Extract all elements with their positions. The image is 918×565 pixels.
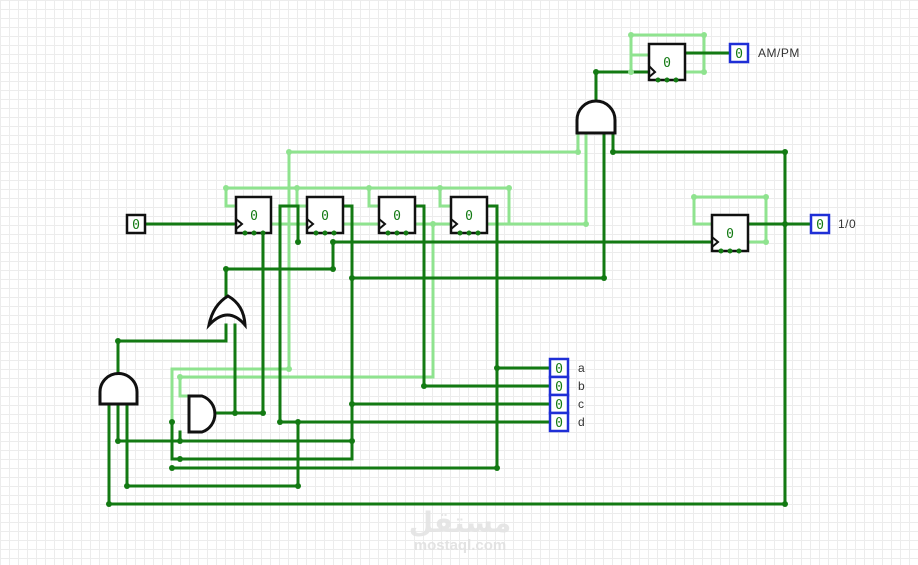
output-b: 0 b xyxy=(548,375,585,397)
output-onoff-label: 1/0 xyxy=(838,217,856,231)
output-a-label: a xyxy=(578,361,585,375)
ff-onoff[interactable]: 0 xyxy=(710,213,750,253)
ff-counter-3-value: 0 xyxy=(393,209,401,224)
output-d: 0 d xyxy=(548,411,585,433)
ff-counter-3[interactable]: 0 xyxy=(377,195,417,235)
ff-ampm[interactable]: 0 xyxy=(647,42,687,82)
output-ampm: 0 AM/PM xyxy=(728,42,800,64)
output-a: 0 a xyxy=(548,357,585,379)
ff-counter-4[interactable]: 0 xyxy=(449,195,489,235)
and-gate-inner[interactable] xyxy=(187,394,217,434)
output-b-label: b xyxy=(578,379,585,393)
ff-counter-2-value: 0 xyxy=(321,209,329,224)
and-gate-ampm[interactable] xyxy=(575,99,617,135)
clock-input[interactable]: 0 xyxy=(125,213,147,235)
output-d-label: d xyxy=(578,415,585,429)
ff-onoff-value: 0 xyxy=(726,227,734,242)
watermark-logo: مستقل xyxy=(409,506,511,539)
circuit-canvas[interactable]: مستقل mostaql.com 0 0 0 0 0 0 0 0 AM/PM … xyxy=(0,0,918,565)
active-wires xyxy=(107,51,813,506)
ff-counter-2[interactable]: 0 xyxy=(305,195,345,235)
clock-input-value: 0 xyxy=(132,218,140,233)
or-gate[interactable] xyxy=(206,294,247,330)
watermark: مستقل mostaql.com xyxy=(409,506,511,554)
ff-counter-1-value: 0 xyxy=(250,209,258,224)
output-b-value: 0 xyxy=(555,380,563,395)
output-onoff: 0 1/0 xyxy=(809,213,856,235)
and-gate-bottom-left[interactable] xyxy=(98,372,139,406)
ff-counter-1[interactable]: 0 xyxy=(234,195,273,235)
output-c-value: 0 xyxy=(555,398,563,413)
watermark-text: mostaql.com xyxy=(414,537,507,554)
output-c-label: c xyxy=(578,397,585,411)
circuit-svg: مستقل mostaql.com 0 0 0 0 0 0 0 0 AM/PM … xyxy=(98,32,856,554)
ff-counter-4-value: 0 xyxy=(465,209,473,224)
output-c: 0 c xyxy=(548,393,585,415)
output-ampm-value: 0 xyxy=(735,47,743,62)
junction-dots xyxy=(106,32,788,507)
output-d-value: 0 xyxy=(555,416,563,431)
output-onoff-value: 0 xyxy=(816,218,824,233)
output-a-value: 0 xyxy=(555,362,563,377)
output-ampm-label: AM/PM xyxy=(758,46,800,60)
ff-ampm-value: 0 xyxy=(663,56,671,71)
